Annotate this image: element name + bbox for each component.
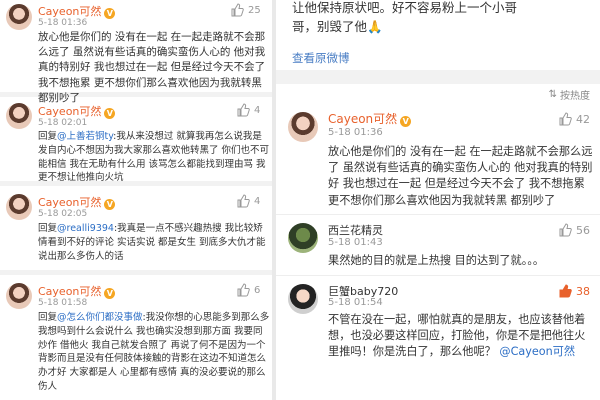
comment-text: 果然她的目的就是上热搜 目的达到了就。。。 bbox=[328, 254, 545, 267]
verified-badge-icon: V bbox=[400, 116, 412, 127]
comment-text: 不管在没在一起，哪怕就真的是朋友，也应该替他着想，也没必要这样回应，打脸他，你是… bbox=[328, 312, 594, 361]
reply-mention-link[interactable]: @上善若铜ty bbox=[57, 131, 113, 142]
commenter-name[interactable]: Cayeon可然 V bbox=[38, 3, 116, 19]
avatar[interactable] bbox=[6, 194, 32, 220]
comment-item: Cayeon可然 V 5-18 01:36 25 放心他是你们的 没有在一起 在一… bbox=[0, 0, 272, 104]
commenter-name[interactable]: Cayeon可然 V bbox=[38, 283, 116, 299]
comment-item: Cayeon可然 V 5-18 02:05 4 回复@realli9394:我真是… bbox=[0, 186, 272, 270]
comment-text: 回复@realli9394:我真是一点不感兴趣热搜 我比较矫情看到不好的评论 实… bbox=[38, 222, 270, 263]
reply-mention-link[interactable]: @realli9394 bbox=[57, 223, 114, 234]
like-button[interactable]: 25 bbox=[230, 3, 261, 17]
sort-bar: ⇅ 按热度 bbox=[276, 84, 600, 102]
like-button[interactable]: 6 bbox=[236, 283, 260, 297]
reply-prefix: 回复 bbox=[38, 312, 58, 323]
like-button[interactable]: 4 bbox=[236, 103, 260, 117]
thumbs-up-icon bbox=[230, 3, 244, 17]
commenter-name[interactable]: 西兰花精灵 bbox=[328, 222, 383, 238]
thumbs-up-icon bbox=[558, 284, 572, 298]
mention-link[interactable]: @Cayeon可然 bbox=[499, 345, 575, 358]
comment-item: 西兰花精灵 5-18 01:43 56 果然她的目的就是上热搜 目的达到了就。。… bbox=[276, 215, 600, 275]
avatar[interactable] bbox=[6, 103, 32, 129]
sort-button[interactable]: ⇅ 按热度 bbox=[549, 87, 590, 102]
right-comment-panel: 让他保持原状吧。好不容易粉上一个小哥 哥，别毁了他🙏 查看原微博 ⇅ 按热度 C… bbox=[276, 0, 600, 400]
comment-time: 5-18 01:43 bbox=[328, 237, 383, 248]
reply-prefix: 回复 bbox=[38, 223, 58, 234]
divider bbox=[276, 70, 600, 84]
original-post: 让他保持原状吧。好不容易粉上一个小哥 哥，别毁了他🙏 查看原微博 bbox=[276, 0, 600, 66]
thumbs-up-icon bbox=[236, 194, 250, 208]
comment-text: 放心他是你们的 没有在一起 在一起走路就不会那么远了 虽然说有些话真的确实蛮伤人… bbox=[328, 145, 593, 207]
post-text-line: 让他保持原状吧。好不容易粉上一个小哥 哥，别毁了他🙏 bbox=[292, 0, 592, 37]
thumbs-up-icon bbox=[236, 283, 250, 297]
verified-badge-icon: V bbox=[104, 108, 116, 119]
comment-time: 5-18 01:58 bbox=[38, 298, 88, 308]
like-button[interactable]: 4 bbox=[236, 194, 260, 208]
avatar[interactable] bbox=[288, 223, 318, 253]
avatar[interactable] bbox=[288, 284, 318, 314]
verified-badge-icon: V bbox=[104, 8, 116, 19]
thumbs-up-icon bbox=[558, 112, 572, 126]
comment-time: 5-18 02:05 bbox=[38, 209, 88, 219]
comment-item: Cayeon可然 V 5-18 01:58 6 回复@怎么你们都没事做:我没你想的… bbox=[0, 275, 272, 400]
post-text-line-1: 让他保持原状吧。好不容易粉上一个小哥 bbox=[292, 0, 518, 15]
commenter-name[interactable]: Cayeon可然 V bbox=[38, 194, 116, 210]
avatar[interactable] bbox=[6, 4, 32, 30]
comment-time: 5-18 01:54 bbox=[328, 297, 383, 308]
comment-item: Cayeon可然 V 5-18 02:01 4 回复@上善若铜ty:我从来没想过 … bbox=[0, 97, 272, 183]
like-button[interactable]: 56 bbox=[558, 223, 590, 237]
reply-prefix: 回复 bbox=[38, 131, 58, 142]
avatar[interactable] bbox=[288, 112, 318, 142]
thumbs-up-icon bbox=[558, 223, 572, 237]
comment-time: 5-18 02:01 bbox=[38, 118, 88, 128]
like-button[interactable]: 38 bbox=[558, 284, 590, 298]
view-original-link[interactable]: 查看原微博 bbox=[292, 50, 350, 66]
avatar[interactable] bbox=[6, 283, 32, 309]
thumbs-up-icon bbox=[236, 103, 250, 117]
comment-text: 回复@怎么你们都没事做:我没你想的心思能多到那么多 我想吗到什么会说什么 我也确… bbox=[38, 311, 270, 394]
comment-time: 5-18 01:36 bbox=[328, 127, 383, 138]
sort-icon: ⇅ bbox=[548, 89, 557, 100]
reply-mention-link[interactable]: @怎么你们都没事做 bbox=[57, 312, 143, 323]
commenter-name[interactable]: Cayeon可然 V bbox=[38, 103, 116, 119]
left-comment-panel: Cayeon可然 V 5-18 01:36 25 放心他是你们的 没有在一起 在一… bbox=[0, 0, 272, 400]
commenter-name[interactable]: Cayeon可然 V bbox=[328, 110, 412, 127]
comment-text: 回复@上善若铜ty:我从来没想过 就算我再怎么说我是发自内心不想因为我大家那么喜… bbox=[38, 130, 270, 185]
comment-item: Cayeon可然 V 5-18 01:36 42 放心他是你们的 没有在一起 在一… bbox=[276, 102, 600, 214]
verified-badge-icon: V bbox=[104, 199, 116, 210]
comment-item: 巨蟹baby720 5-18 01:54 38 不管在没在一起，哪怕就真的是朋友… bbox=[276, 276, 600, 386]
like-button[interactable]: 42 bbox=[558, 112, 590, 126]
post-text-line-2: 哥，别毁了他🙏 bbox=[292, 18, 383, 34]
screenshot-canvas: Cayeon可然 V 5-18 01:36 25 放心他是你们的 没有在一起 在一… bbox=[0, 0, 600, 400]
verified-badge-icon: V bbox=[104, 288, 116, 299]
reply-text: :我没你想的心思能多到那么多 我想吗到什么会说什么 我也确实没想到那方面 我要同… bbox=[38, 312, 270, 392]
comment-text: 放心他是你们的 没有在一起 在一起走路就不会那么远了 虽然说有些话真的确实蛮伤人… bbox=[38, 31, 266, 104]
comment-time: 5-18 01:36 bbox=[38, 18, 88, 28]
